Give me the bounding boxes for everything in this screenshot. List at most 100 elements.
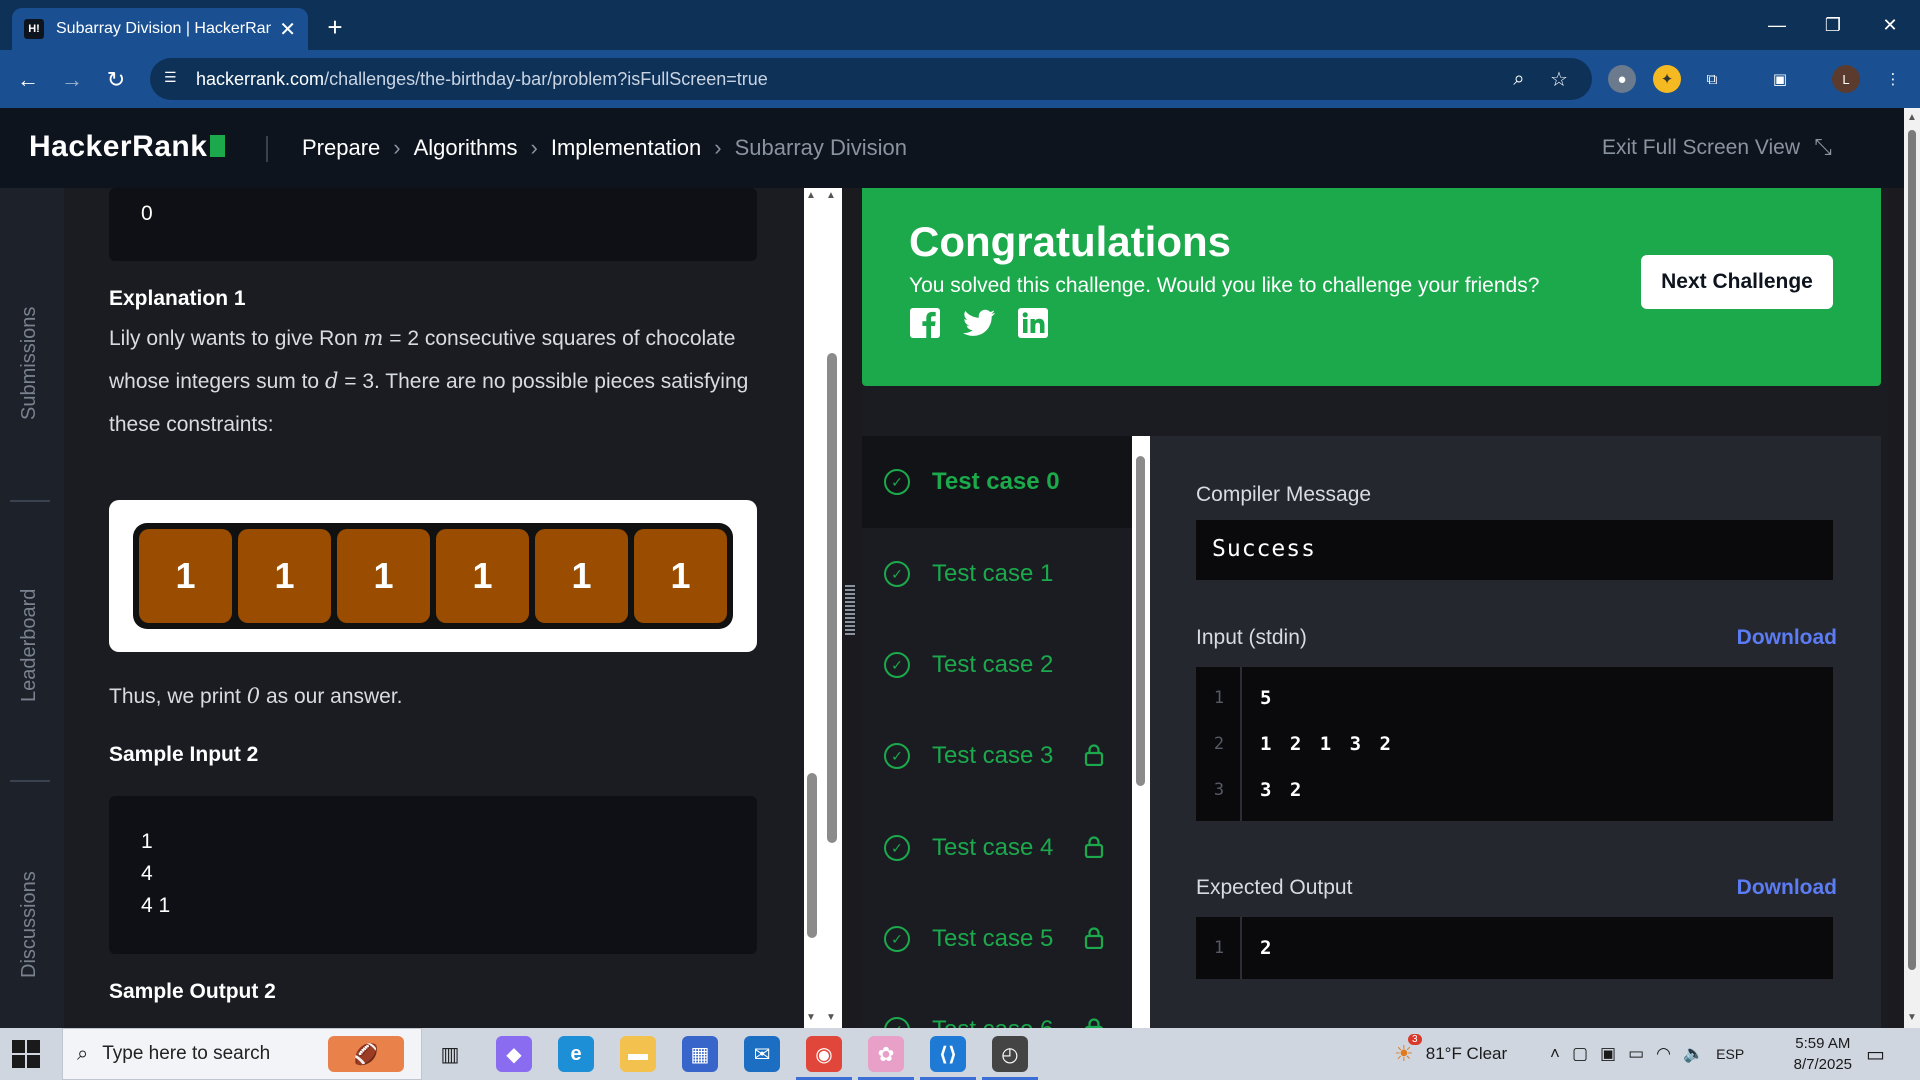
weather-widget[interactable]: ☀ 3 81°F Clear	[1394, 1028, 1507, 1080]
zoom-icon[interactable]: ⌕	[1507, 67, 1531, 91]
test-case-item[interactable]: ✓ Test case 5	[862, 893, 1132, 985]
close-tab-icon[interactable]: ✕	[279, 17, 296, 42]
mail-icon[interactable]: ✉	[744, 1036, 780, 1072]
chevron-up-icon[interactable]: ˄	[1550, 1044, 1560, 1064]
chocolate-square: 1	[535, 529, 628, 623]
check-circle-icon: ✓	[884, 926, 910, 952]
test-case-item[interactable]: ✓ Test case 0	[862, 436, 1132, 528]
panel-resize-handle[interactable]	[845, 585, 855, 637]
extension-icon[interactable]: ●	[1608, 65, 1636, 93]
task-view-icon[interactable]: ▥	[432, 1036, 468, 1072]
input-label: Input (stdin)	[1196, 626, 1307, 649]
copilot-icon[interactable]: ◆	[496, 1036, 532, 1072]
clock-date: 8/7/2025	[1793, 1056, 1852, 1073]
scroll-thumb[interactable]	[807, 773, 817, 938]
problem-scrollbar[interactable]: ▲ ▲ ▼ ▼	[804, 188, 842, 1028]
tab-discussions[interactable]: Discussions	[18, 871, 41, 978]
sample-output-1-value: 0	[141, 202, 153, 225]
input-download-link[interactable]: Download	[1737, 626, 1837, 650]
extension-icon-2[interactable]: ✦	[1653, 65, 1681, 93]
tab-leaderboard[interactable]: Leaderboard	[18, 589, 41, 702]
vscode-icon[interactable]: ⟨⟩	[920, 1036, 976, 1080]
breadcrumb-algorithms[interactable]: Algorithms	[414, 135, 518, 161]
linkedin-icon[interactable]	[1016, 306, 1050, 340]
sidepanel-search-icon[interactable]: ▣	[1766, 65, 1794, 93]
test-case-item[interactable]: ✓ Test case 3	[862, 710, 1132, 802]
page-scroll-thumb[interactable]	[1908, 130, 1916, 970]
chocolate-square: 1	[337, 529, 430, 623]
tab-submissions[interactable]: Submissions	[18, 307, 41, 420]
profile-avatar[interactable]: L	[1832, 65, 1860, 93]
forward-button[interactable]: →	[56, 64, 88, 96]
breadcrumb-prepare[interactable]: Prepare	[302, 135, 380, 161]
bookmark-star-icon[interactable]: ☆	[1547, 67, 1571, 91]
test-case-item[interactable]: ✓ Test case 6	[862, 984, 1132, 1028]
expected-output-box: 12	[1196, 917, 1833, 979]
search-highlight-icon[interactable]: 🏈	[328, 1036, 404, 1072]
input-line: 15	[1213, 687, 1274, 709]
scroll-thumb[interactable]	[827, 353, 837, 843]
problem-statement-panel: 0 Explanation 1 Lily only wants to give …	[64, 188, 804, 1028]
collapse-icon[interactable]: ⤡	[1808, 132, 1838, 162]
lock-icon	[1084, 836, 1104, 858]
chocolate-square: 1	[634, 529, 727, 623]
extensions-puzzle-icon[interactable]: ⧉	[1698, 65, 1726, 93]
browser-tab-active[interactable]: H! Subarray Division | HackerRank ✕	[12, 8, 308, 50]
weather-icon: ☀	[1394, 1041, 1414, 1066]
expected-download-link[interactable]: Download	[1737, 876, 1837, 900]
tray-app-icon[interactable]: ▢	[1572, 1044, 1588, 1064]
language-indicator[interactable]: ESP	[1716, 1046, 1744, 1062]
test-case-item[interactable]: ✓ Test case 1	[862, 528, 1132, 620]
speaker-icon[interactable]: 🔈	[1683, 1044, 1704, 1064]
tray-app-icon[interactable]: ▣	[1600, 1044, 1616, 1064]
battery-icon[interactable]: ▭	[1628, 1044, 1644, 1064]
browser-menu-icon[interactable]: ⋮	[1879, 65, 1907, 93]
scroll-thumb[interactable]	[1136, 456, 1145, 786]
scroll-up-icon[interactable]: ▲	[826, 190, 836, 201]
close-window-button[interactable]: ✕	[1862, 0, 1918, 50]
facebook-icon[interactable]	[908, 306, 942, 340]
scroll-down-icon[interactable]: ▼	[1907, 1012, 1917, 1023]
minimize-window-button[interactable]: —	[1749, 0, 1805, 50]
input-box: 15 21 2 1 3 2 33 2	[1196, 667, 1833, 821]
test-case-scrollbar[interactable]	[1132, 436, 1150, 1028]
back-button[interactable]: ←	[12, 64, 44, 96]
chrome-icon[interactable]: ◉	[796, 1036, 852, 1080]
taskbar-clock[interactable]: 5:59 AM 8/7/2025	[1794, 1033, 1852, 1075]
test-case-item[interactable]: ✓ Test case 2	[862, 619, 1132, 711]
restore-window-button[interactable]: ❐	[1805, 0, 1861, 50]
windows-start-icon[interactable]	[12, 1040, 40, 1068]
test-case-item[interactable]: ✓ Test case 4	[862, 802, 1132, 894]
photos-icon[interactable]: ✿	[858, 1036, 914, 1080]
scroll-down-icon[interactable]: ▼	[826, 1012, 836, 1023]
exit-fullscreen-link[interactable]: Exit Full Screen View	[1602, 136, 1800, 160]
compiler-message-label: Compiler Message	[1196, 483, 1372, 506]
input-line: 33 2	[1213, 779, 1304, 801]
address-bar[interactable]: ☰ hackerrank.com/challenges/the-birthday…	[150, 58, 1592, 100]
check-circle-icon: ✓	[884, 1017, 910, 1028]
scroll-up-icon[interactable]: ▲	[806, 190, 816, 201]
site-info-icon[interactable]: ☰	[164, 69, 184, 89]
chocolate-square: 1	[238, 529, 331, 623]
file-explorer-icon[interactable]: ▬	[620, 1036, 656, 1072]
hackerrank-header: HackerRank Prepare › Algorithms › Implem…	[0, 108, 1904, 188]
scroll-up-icon[interactable]: ▲	[1907, 112, 1917, 123]
scroll-down-icon[interactable]: ▼	[806, 1012, 816, 1023]
breadcrumb-implementation[interactable]: Implementation	[551, 135, 701, 161]
notification-center-icon[interactable]: ▭	[1866, 1028, 1885, 1080]
next-challenge-button[interactable]: Next Challenge	[1641, 255, 1833, 309]
test-case-label: Test case 4	[932, 834, 1054, 861]
twitter-icon[interactable]	[962, 306, 996, 340]
test-case-label: Test case 1	[932, 560, 1054, 587]
new-tab-button[interactable]: +	[318, 10, 352, 44]
check-circle-icon: ✓	[884, 652, 910, 678]
reload-button[interactable]: ↻	[100, 64, 132, 96]
clock-app-icon[interactable]: ◴	[982, 1036, 1038, 1080]
hackerrank-logo[interactable]: HackerRank	[29, 130, 226, 164]
store-icon[interactable]: ▦	[682, 1036, 718, 1072]
wifi-icon[interactable]: ◠	[1656, 1044, 1671, 1064]
expected-output-label: Expected Output	[1196, 876, 1353, 899]
breadcrumb-current: Subarray Division	[734, 135, 908, 160]
page-scrollbar[interactable]: ▲ ▼	[1904, 108, 1920, 1028]
edge-icon[interactable]: e	[558, 1036, 594, 1072]
